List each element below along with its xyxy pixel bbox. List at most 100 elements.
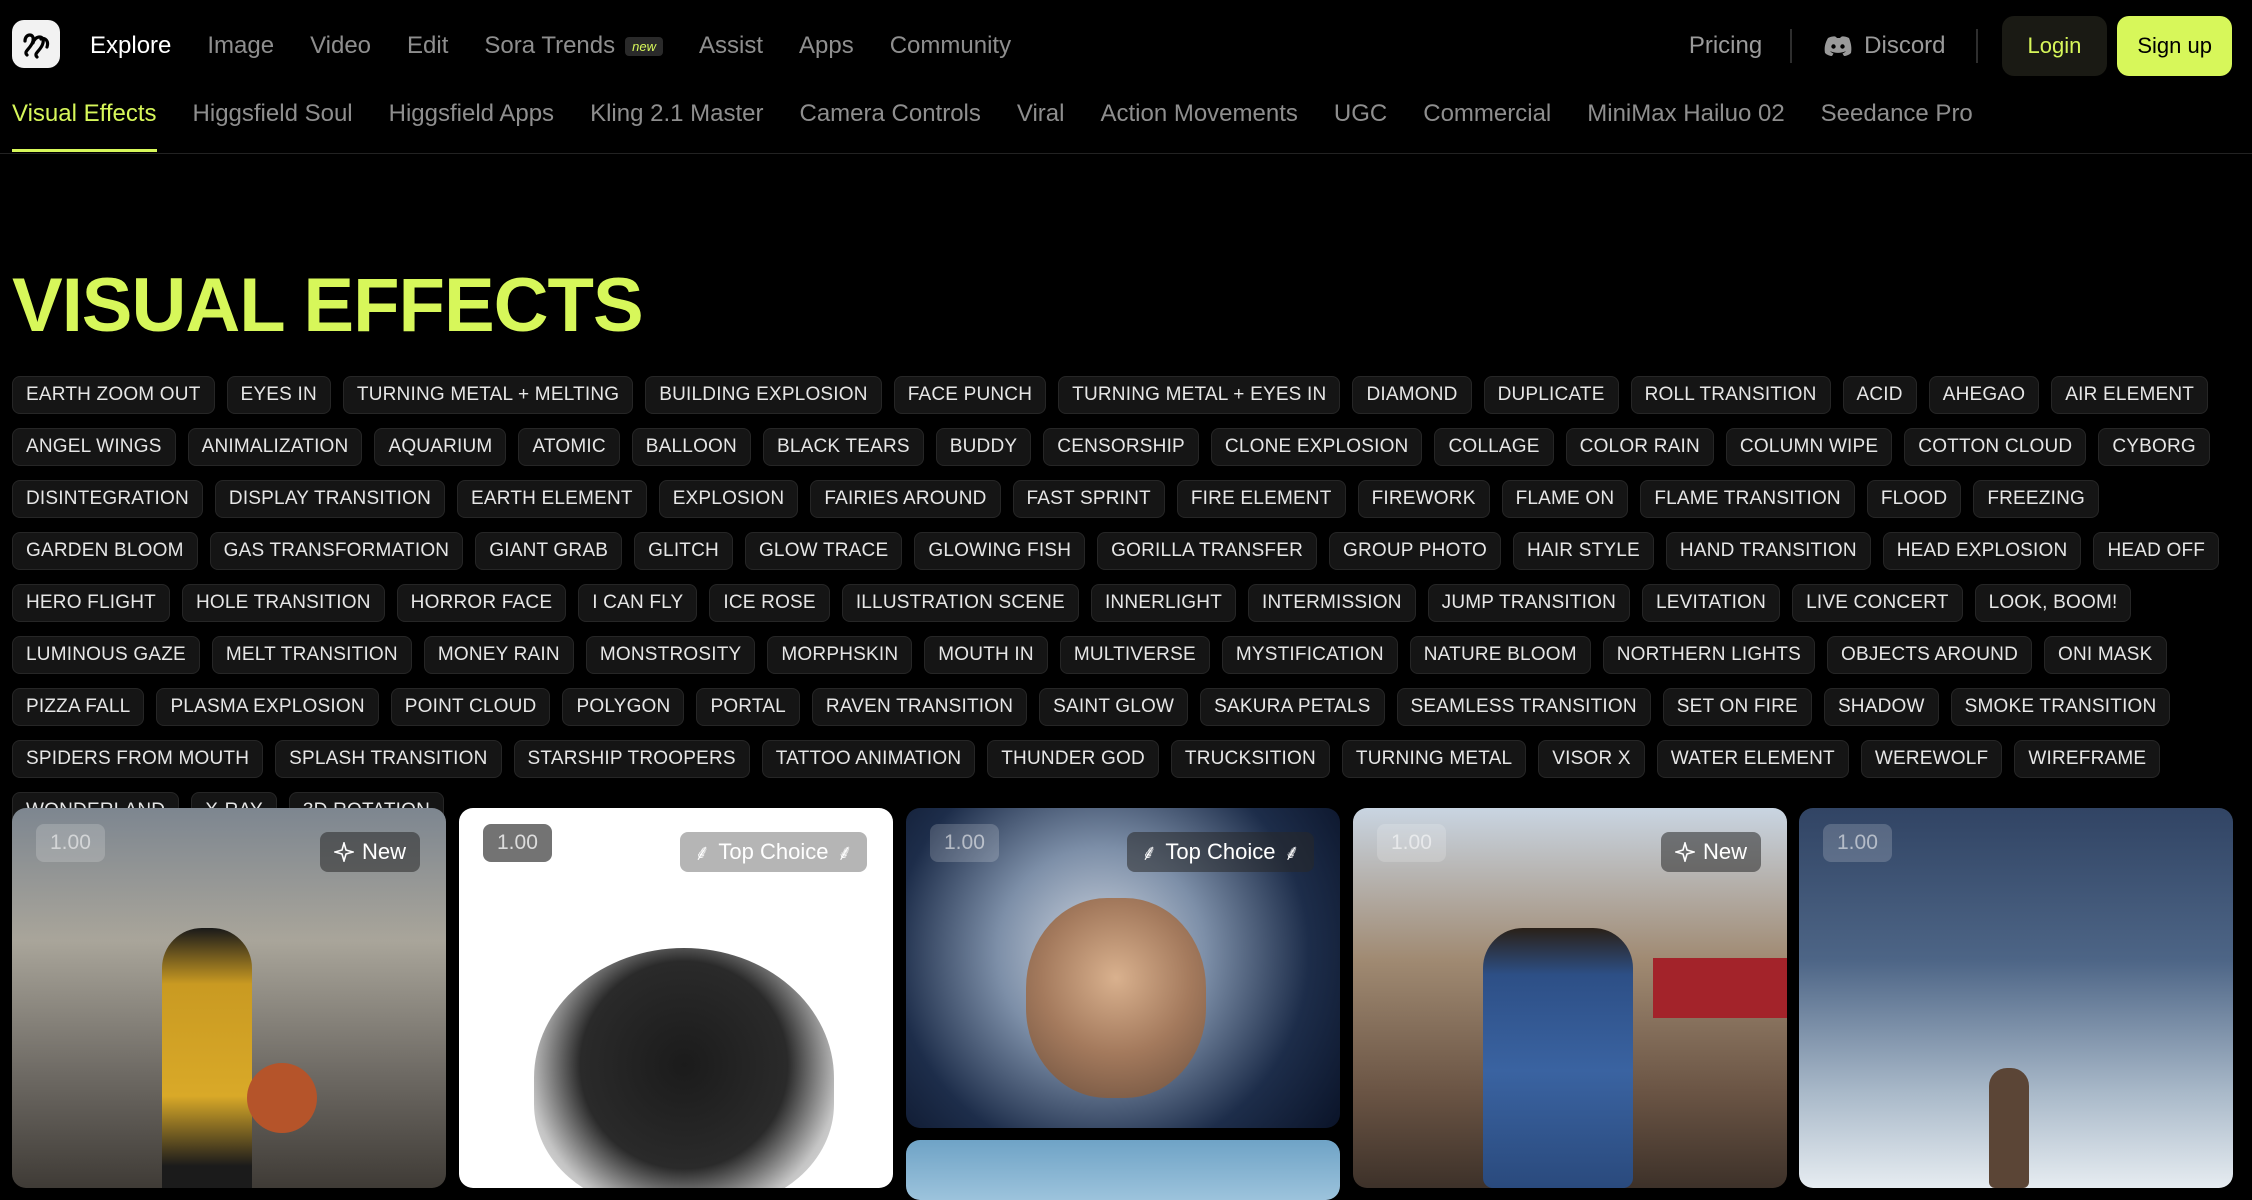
higgsfield-logo-icon[interactable] bbox=[12, 20, 60, 68]
login-button[interactable]: Login bbox=[2001, 16, 2108, 76]
tab-higgsfield-soul[interactable]: Higgsfield Soul bbox=[193, 92, 353, 152]
effect-chip[interactable]: FACE PUNCH bbox=[893, 376, 1047, 414]
effect-chip[interactable]: PIZZA FALL bbox=[12, 688, 145, 726]
effect-chip[interactable]: ROLL TRANSITION bbox=[1630, 376, 1831, 414]
tab-visual-effects[interactable]: Visual Effects bbox=[12, 92, 157, 152]
effect-card[interactable] bbox=[906, 1140, 1340, 1200]
effect-chip[interactable]: FLOOD bbox=[1866, 480, 1962, 518]
effect-chip[interactable]: TURNING METAL + MELTING bbox=[342, 376, 634, 414]
effect-chip[interactable]: COLLAGE bbox=[1434, 428, 1554, 466]
effect-card[interactable]: 1.00 ⸙ Top Choice ⸙ bbox=[906, 808, 1340, 1128]
tab-minimax-hailuo[interactable]: MiniMax Hailuo 02 bbox=[1587, 92, 1784, 152]
effect-chip[interactable]: GORILLA TRANSFER bbox=[1097, 532, 1317, 570]
nav-video[interactable]: Video bbox=[310, 32, 371, 60]
effect-chip[interactable]: FLAME TRANSITION bbox=[1640, 480, 1855, 518]
effect-chip[interactable]: I CAN FLY bbox=[578, 584, 698, 622]
effect-chip[interactable]: NORTHERN LIGHTS bbox=[1602, 636, 1815, 674]
effect-chip[interactable]: CLONE EXPLOSION bbox=[1210, 428, 1423, 466]
effect-chip[interactable]: TRUCKSITION bbox=[1170, 740, 1330, 778]
tab-commercial[interactable]: Commercial bbox=[1423, 92, 1551, 152]
effect-chip[interactable]: GAS TRANSFORMATION bbox=[209, 532, 464, 570]
effect-chip[interactable]: BUDDY bbox=[935, 428, 1032, 466]
effect-chip[interactable]: SET ON FIRE bbox=[1662, 688, 1812, 726]
effect-chip[interactable]: INNERLIGHT bbox=[1090, 584, 1237, 622]
tab-ugc[interactable]: UGC bbox=[1334, 92, 1387, 152]
tab-viral[interactable]: Viral bbox=[1017, 92, 1065, 152]
nav-explore[interactable]: Explore bbox=[90, 32, 171, 60]
effect-chip[interactable]: WEREWOLF bbox=[1860, 740, 2003, 778]
effect-chip[interactable]: BALLOON bbox=[631, 428, 751, 466]
effect-chip[interactable]: HORROR FACE bbox=[396, 584, 567, 622]
effect-chip[interactable]: HEAD EXPLOSION bbox=[1882, 532, 2082, 570]
effect-chip[interactable]: FLAME ON bbox=[1501, 480, 1629, 518]
effect-chip[interactable]: SAINT GLOW bbox=[1039, 688, 1189, 726]
tab-higgsfield-apps[interactable]: Higgsfield Apps bbox=[389, 92, 554, 152]
effect-chip[interactable]: TATTOO ANIMATION bbox=[761, 740, 976, 778]
nav-sora-trends[interactable]: Sora Trends new bbox=[484, 32, 663, 60]
effect-chip[interactable]: SAKURA PETALS bbox=[1200, 688, 1385, 726]
effect-chip[interactable]: COLOR RAIN bbox=[1565, 428, 1714, 466]
effect-chip[interactable]: MYSTIFICATION bbox=[1221, 636, 1398, 674]
effect-card[interactable]: 1.00 ⸙ Top Choice ⸙ bbox=[459, 808, 893, 1188]
effect-chip[interactable]: ANGEL WINGS bbox=[12, 428, 176, 466]
effect-chip[interactable]: SEAMLESS TRANSITION bbox=[1396, 688, 1651, 726]
effect-chip[interactable]: VISOR X bbox=[1538, 740, 1645, 778]
effect-chip[interactable]: SPLASH TRANSITION bbox=[275, 740, 502, 778]
effect-chip[interactable]: EARTH ZOOM OUT bbox=[12, 376, 215, 414]
effect-chip[interactable]: JUMP TRANSITION bbox=[1427, 584, 1631, 622]
effect-chip[interactable]: LOOK, BOOM! bbox=[1974, 584, 2132, 622]
effect-chip[interactable]: EXPLOSION bbox=[658, 480, 799, 518]
effect-chip[interactable]: TURNING METAL + EYES IN bbox=[1058, 376, 1341, 414]
effect-chip[interactable]: RAVEN TRANSITION bbox=[811, 688, 1028, 726]
nav-apps[interactable]: Apps bbox=[799, 32, 854, 60]
effect-chip[interactable]: ILLUSTRATION SCENE bbox=[841, 584, 1079, 622]
effect-chip[interactable]: POLYGON bbox=[562, 688, 685, 726]
effect-chip[interactable]: FREEZING bbox=[1973, 480, 2099, 518]
effect-chip[interactable]: AHEGAO bbox=[1928, 376, 2040, 414]
effect-chip[interactable]: MONEY RAIN bbox=[423, 636, 574, 674]
nav-community[interactable]: Community bbox=[890, 32, 1011, 60]
effect-chip[interactable]: ICE ROSE bbox=[709, 584, 830, 622]
signup-button[interactable]: Sign up bbox=[2117, 16, 2232, 76]
effect-chip[interactable]: LIVE CONCERT bbox=[1792, 584, 1963, 622]
effect-chip[interactable]: PLASMA EXPLOSION bbox=[156, 688, 379, 726]
effect-chip[interactable]: SMOKE TRANSITION bbox=[1950, 688, 2171, 726]
effect-chip[interactable]: COTTON CLOUD bbox=[1904, 428, 2087, 466]
effect-chip[interactable]: GLOWING FISH bbox=[914, 532, 1086, 570]
effect-chip[interactable]: TURNING METAL bbox=[1341, 740, 1527, 778]
tab-seedance-pro[interactable]: Seedance Pro bbox=[1821, 92, 1973, 152]
effect-card[interactable]: 1.00 New bbox=[1353, 808, 1787, 1188]
effect-chip[interactable]: GIANT GRAB bbox=[475, 532, 623, 570]
effect-chip[interactable]: EYES IN bbox=[226, 376, 331, 414]
effect-chip[interactable]: EARTH ELEMENT bbox=[457, 480, 647, 518]
effect-chip[interactable]: AQUARIUM bbox=[374, 428, 507, 466]
effect-chip[interactable]: ATOMIC bbox=[518, 428, 620, 466]
tab-camera-controls[interactable]: Camera Controls bbox=[799, 92, 980, 152]
effect-card[interactable]: 1.00 bbox=[1799, 808, 2233, 1188]
effect-chip[interactable]: DIAMOND bbox=[1352, 376, 1472, 414]
effect-chip[interactable]: ONI MASK bbox=[2044, 636, 2167, 674]
effect-chip[interactable]: THUNDER GOD bbox=[987, 740, 1159, 778]
effect-chip[interactable]: AIR ELEMENT bbox=[2051, 376, 2209, 414]
effect-chip[interactable]: OBJECTS AROUND bbox=[1827, 636, 2032, 674]
effect-chip[interactable]: LUMINOUS GAZE bbox=[12, 636, 200, 674]
effect-chip[interactable]: GROUP PHOTO bbox=[1329, 532, 1502, 570]
nav-edit[interactable]: Edit bbox=[407, 32, 448, 60]
effect-chip[interactable]: GLOW TRACE bbox=[744, 532, 903, 570]
effect-chip[interactable]: HERO FLIGHT bbox=[12, 584, 170, 622]
effect-chip[interactable]: LEVITATION bbox=[1642, 584, 1781, 622]
effect-card[interactable]: 1.00 New bbox=[12, 808, 446, 1188]
effect-chip[interactable]: NATURE BLOOM bbox=[1409, 636, 1591, 674]
effect-chip[interactable]: HEAD OFF bbox=[2093, 532, 2220, 570]
effect-chip[interactable]: CENSORSHIP bbox=[1043, 428, 1199, 466]
effect-chip[interactable]: MORPHSKIN bbox=[767, 636, 913, 674]
tab-kling-master[interactable]: Kling 2.1 Master bbox=[590, 92, 763, 152]
effect-chip[interactable]: ANIMALIZATION bbox=[187, 428, 363, 466]
effect-chip[interactable]: PORTAL bbox=[696, 688, 800, 726]
effect-chip[interactable]: HAIR STYLE bbox=[1513, 532, 1654, 570]
effect-chip[interactable]: WATER ELEMENT bbox=[1656, 740, 1849, 778]
effect-chip[interactable]: DISINTEGRATION bbox=[12, 480, 203, 518]
effect-chip[interactable]: HAND TRANSITION bbox=[1665, 532, 1871, 570]
effect-chip[interactable]: SHADOW bbox=[1823, 688, 1939, 726]
effect-chip[interactable]: MELT TRANSITION bbox=[211, 636, 412, 674]
